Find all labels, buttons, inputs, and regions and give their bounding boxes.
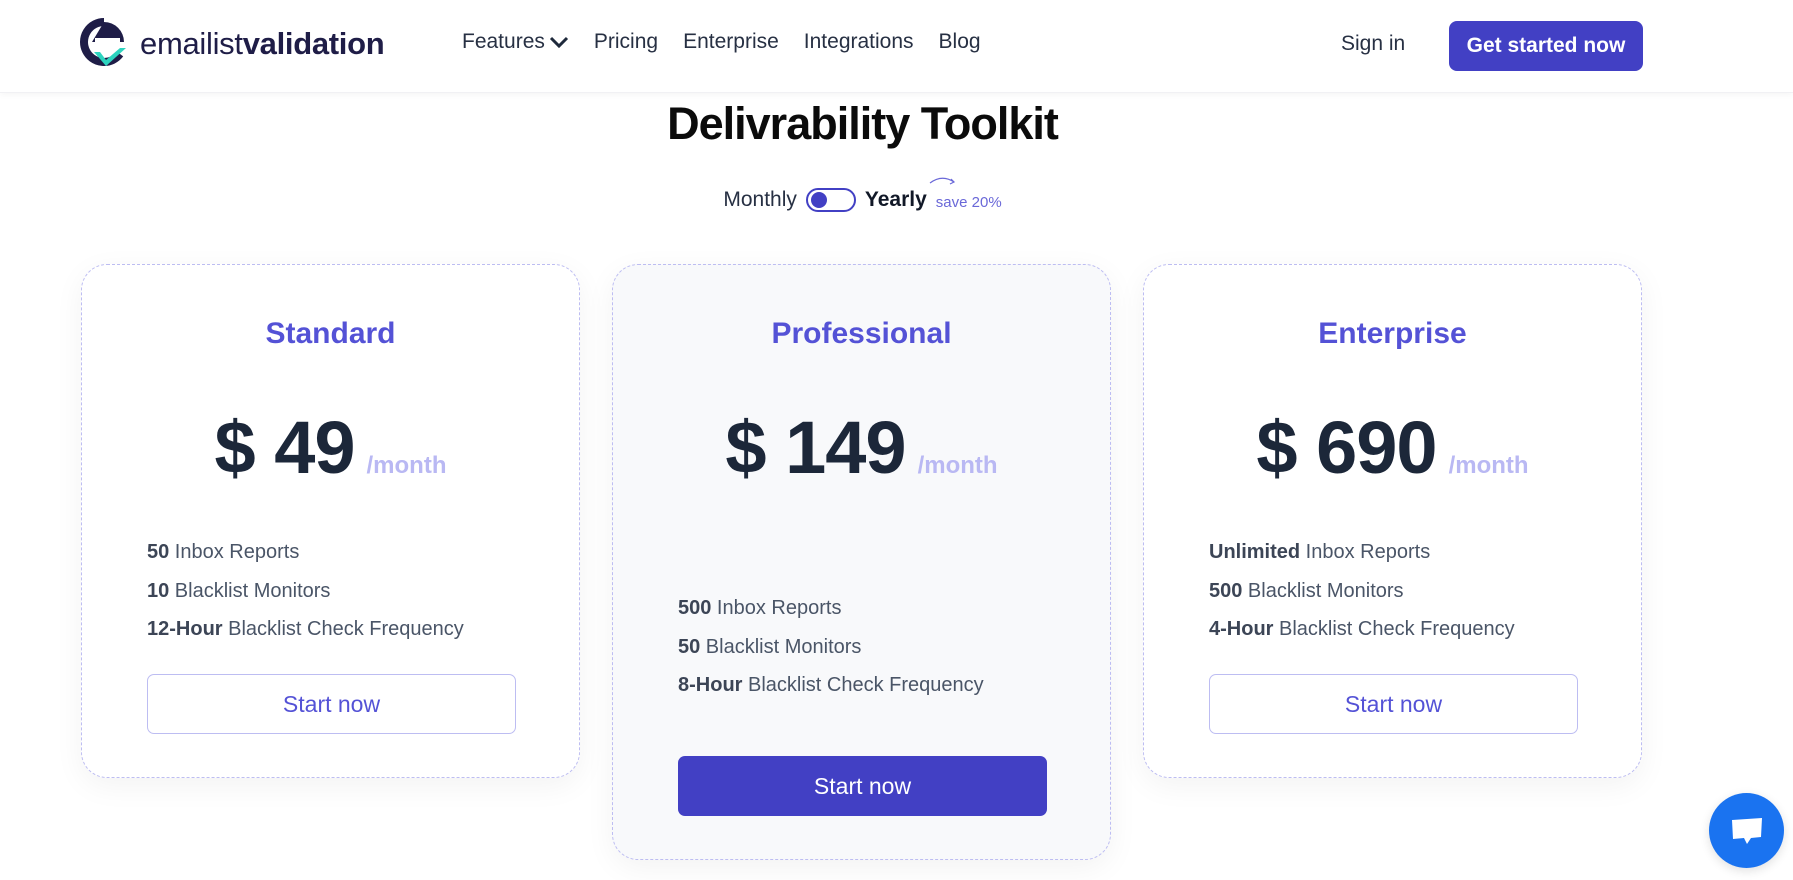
save-note: save 20% [929,177,1002,211]
feature-item: 50 Blacklist Monitors [678,635,862,658]
chat-bubble-icon [1731,817,1762,844]
plan-price: $ 49 /month [82,405,579,490]
save-percent-text: save 20% [935,194,1002,211]
toggle-knob [810,192,827,208]
curved-arrow-icon [929,177,955,185]
feature-item: 10 Blacklist Monitors [147,579,331,602]
brand-logo[interactable]: emailistvalidation [80,18,385,70]
start-now-button-enterprise[interactable]: Start now [1209,674,1578,734]
price-amount: $ 149 [725,406,906,489]
get-started-button[interactable]: Get started now [1449,21,1643,71]
feature-item: 4-Hour Blacklist Check Frequency [1209,618,1515,640]
billing-period-toggle[interactable] [805,188,856,212]
feature-item: 12-Hour Blacklist Check Frequency [147,618,464,640]
chat-widget-button[interactable] [1709,793,1784,868]
price-unit: /month [366,452,447,479]
plan-name: Enterprise [1318,317,1467,350]
feature-item: 500 Blacklist Monitors [1209,579,1404,602]
feature-item: 500 Inbox Reports [678,597,842,619]
plan-price: $ 149 /month [613,405,1110,490]
nav-pricing[interactable]: Pricing [594,30,658,54]
feature-list: 50 Inbox Reports 10 Blacklist Monitors 1… [147,533,464,649]
monthly-label[interactable]: Monthly [723,188,797,212]
plan-price: $ 690 /month [1144,405,1641,490]
sign-in-link[interactable]: Sign in [1341,32,1405,56]
feature-list: 500 Inbox Reports 50 Blacklist Monitors … [678,589,984,705]
nav-features-label: Features [462,30,545,53]
plan-card-professional: Professional $ 149 /month 500 Inbox Repo… [612,264,1111,860]
start-now-button-professional[interactable]: Start now [678,756,1047,816]
plan-card-enterprise: Enterprise $ 690 /month Unlimited Inbox … [1143,264,1642,778]
feature-item: Unlimited Inbox Reports [1209,541,1431,563]
plan-name: Professional [771,317,952,350]
nav-features[interactable]: Features [462,30,569,54]
price-amount: $ 49 [214,406,355,489]
nav-enterprise[interactable]: Enterprise [683,30,779,54]
plan-card-standard: Standard $ 49 /month 50 Inbox Reports 10… [81,264,580,778]
page-title: Delivrability Toolkit [667,98,1059,149]
top-navbar: emailistvalidation Features Pricing Ente… [0,0,1793,93]
nav-integrations[interactable]: Integrations [804,30,914,54]
billing-toggle-row: Monthly Yearly save 20% [0,177,1725,212]
nav-blog[interactable]: Blog [939,30,981,54]
yearly-label[interactable]: Yearly [865,188,927,212]
brand-name: emailistvalidation [140,26,385,61]
main-nav: Features Pricing Enterprise Integrations… [462,30,1006,54]
chevron-down-icon [549,36,568,49]
price-unit: /month [1448,452,1529,479]
price-unit: /month [917,452,998,479]
plan-name: Standard [265,317,396,350]
feature-item: 8-Hour Blacklist Check Frequency [678,674,984,696]
e-check-logo-icon [80,18,128,70]
price-amount: $ 690 [1256,406,1437,489]
feature-item: 50 Inbox Reports [147,541,300,563]
start-now-button-standard[interactable]: Start now [147,674,516,734]
feature-list: Unlimited Inbox Reports 500 Blacklist Mo… [1209,533,1515,649]
